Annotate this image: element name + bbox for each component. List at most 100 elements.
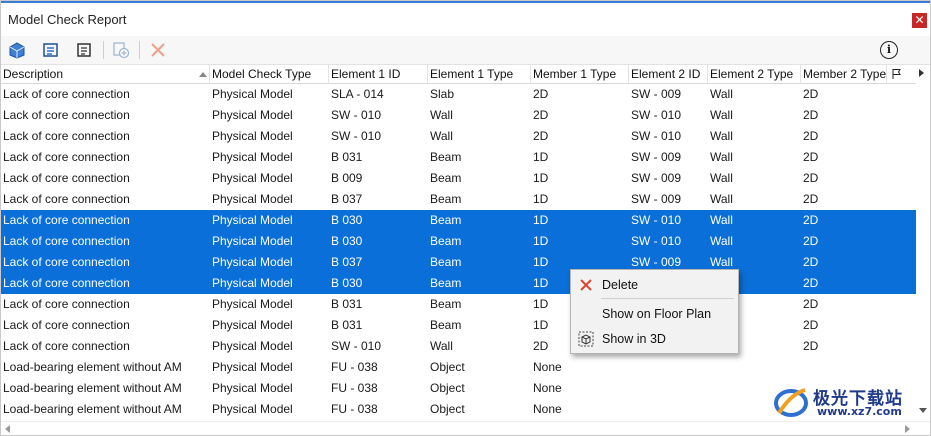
cell-model-check-type: Physical Model (212, 150, 293, 164)
report-table: Description Model Check Type Element 1 I… (1, 65, 930, 421)
element-props-icon[interactable] (41, 40, 61, 60)
table-row[interactable]: Lack of core connection Physical Model B 0… (1, 252, 916, 273)
cell-description: Load-bearing element without AM (3, 402, 182, 416)
cell-element-1-id: SW - 010 (331, 339, 382, 353)
cell-description: Lack of core connection (3, 276, 130, 290)
cell-description: Lack of core connection (3, 213, 130, 227)
vertical-scrollbar[interactable] (916, 65, 930, 421)
cell-element-2-type: Wall (710, 213, 733, 227)
cell-element-1-type: Beam (430, 150, 462, 164)
title-bar: Model Check Report ✕ (1, 1, 930, 35)
menu-separator (601, 298, 734, 299)
table-row[interactable]: Lack of core connection Physical Model B 0… (1, 168, 916, 189)
table-row[interactable]: Lack of core connection Physical Model B 0… (1, 294, 916, 315)
cell-element-1-type: Wall (430, 129, 453, 143)
cell-model-check-type: Physical Model (212, 108, 293, 122)
column-header-element-2-type[interactable]: Element 2 Type (708, 65, 801, 84)
horizontal-scrollbar[interactable] (1, 421, 930, 435)
cell-element-1-id: B 030 (331, 276, 363, 290)
cell-description: Lack of core connection (3, 150, 130, 164)
cell-description: Load-bearing element without AM (3, 360, 182, 374)
cell-element-2-id: SW - 009 (631, 87, 682, 101)
cell-member-2-type: 2D (803, 255, 819, 269)
watermark-url: www.xz7.com (817, 405, 902, 418)
cell-model-check-type: Physical Model (212, 129, 293, 143)
flag-icon[interactable] (891, 68, 903, 80)
cell-member-2-type: 2D (803, 234, 819, 248)
scroll-right-arrow-icon[interactable] (919, 69, 924, 77)
table-row[interactable]: Lack of core connection Physical Model SLA… (1, 84, 916, 105)
cell-element-1-type: Wall (430, 108, 453, 122)
cell-member-2-type (801, 357, 887, 378)
table-row[interactable]: Lack of core connection Physical Model SW … (1, 105, 916, 126)
table-row[interactable]: Lack of core connection Physical Model B 0… (1, 273, 916, 294)
column-header-member-2-type[interactable]: Member 2 Type (801, 65, 887, 84)
sort-ascending-icon (199, 72, 207, 77)
table-row[interactable]: Lack of core connection Physical Model B 0… (1, 210, 916, 231)
cell-description: Lack of core connection (3, 297, 130, 311)
cell-element-1-id: B 030 (331, 213, 363, 227)
info-icon[interactable]: i (880, 41, 898, 59)
model-check-report-window: Model Check Report ✕ i Description Model… (0, 0, 931, 436)
column-header-element-1-id[interactable]: Element 1 ID (329, 65, 428, 84)
element-props-alt-icon[interactable] (74, 40, 94, 60)
cell-model-check-type: Physical Model (212, 339, 293, 353)
column-header-element-2-id[interactable]: Element 2 ID (629, 65, 708, 84)
cell-description: Lack of core connection (3, 318, 130, 332)
table-row[interactable]: Lack of core connection Physical Model SW … (1, 126, 916, 147)
add-to-selection-icon[interactable] (111, 40, 131, 60)
cell-model-check-type: Physical Model (212, 402, 293, 416)
delete-x-icon (580, 279, 592, 291)
delete-icon[interactable] (148, 40, 168, 60)
window-title: Model Check Report (8, 12, 127, 27)
cell-element-2-id (629, 357, 708, 378)
cell-member-1-type: 1D (533, 213, 549, 227)
cell-description: Lack of core connection (3, 234, 130, 248)
cell-member-1-type: 2D (533, 87, 549, 101)
table-row[interactable]: Lack of core connection Physical Model B 0… (1, 147, 916, 168)
cell-element-2-id: SW - 010 (631, 234, 682, 248)
context-menu-show-on-floor-plan[interactable]: Show on Floor Plan (571, 303, 738, 325)
cell-element-2-type: Wall (710, 150, 733, 164)
column-header-member-1-type[interactable]: Member 1 Type (531, 65, 629, 84)
scroll-right-arrow-icon[interactable] (905, 425, 910, 433)
cell-model-check-type: Physical Model (212, 213, 293, 227)
cell-model-check-type: Physical Model (212, 318, 293, 332)
watermark: 极光下载站 www.xz7.com (771, 384, 926, 420)
cell-member-2-type: 2D (803, 339, 819, 353)
cell-element-1-id: FU - 038 (331, 360, 378, 374)
cell-member-1-type: 2D (533, 129, 549, 143)
cell-member-1-type: 1D (533, 171, 549, 185)
model-check-icon[interactable] (7, 40, 27, 60)
table-row[interactable]: Lack of core connection Physical Model SW … (1, 336, 916, 357)
column-header-element-1-type[interactable]: Element 1 Type (428, 65, 531, 84)
cell-element-1-type: Beam (430, 276, 462, 290)
cell-member-1-type: None (533, 402, 562, 416)
cell-element-1-id: B 037 (331, 255, 363, 269)
column-header-model-check-type[interactable]: Model Check Type (210, 65, 329, 84)
table-row[interactable]: Lack of core connection Physical Model B 0… (1, 231, 916, 252)
table-row[interactable]: Load-bearing element without AM Physical … (1, 357, 916, 378)
scroll-left-arrow-icon[interactable] (5, 425, 10, 433)
cell-member-1-type: None (533, 381, 562, 395)
cell-description: Lack of core connection (3, 255, 130, 269)
cell-element-2-id: SW - 009 (631, 192, 682, 206)
cell-description: Load-bearing element without AM (3, 381, 182, 395)
cell-model-check-type: Physical Model (212, 192, 293, 206)
cell-model-check-type: Physical Model (212, 234, 293, 248)
cell-element-2-type: Wall (710, 171, 733, 185)
context-menu-label: Show in 3D (602, 332, 666, 346)
context-menu-show-in-3d[interactable]: Show in 3D (571, 328, 738, 350)
context-menu-delete[interactable]: Delete (571, 274, 738, 296)
cell-description: Lack of core connection (3, 192, 130, 206)
close-button[interactable]: ✕ (912, 13, 927, 28)
cell-member-2-type: 2D (803, 192, 819, 206)
table-row[interactable]: Lack of core connection Physical Model B 0… (1, 189, 916, 210)
cell-element-1-id: B 031 (331, 318, 363, 332)
cell-element-1-id: FU - 038 (331, 402, 378, 416)
cell-element-1-type: Beam (430, 255, 462, 269)
column-header-description[interactable]: Description (1, 65, 210, 84)
toolbar: i (1, 36, 930, 65)
table-row[interactable]: Lack of core connection Physical Model B 0… (1, 315, 916, 336)
cell-member-2-type: 2D (803, 171, 819, 185)
